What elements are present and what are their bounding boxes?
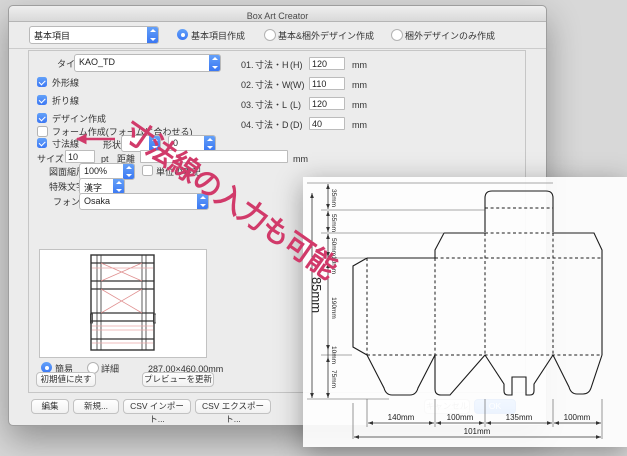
dim-label-overall-width: 101mm [464, 427, 491, 436]
dim-row-no: 01. [241, 60, 254, 70]
dim-label-segment: 35mm [330, 189, 337, 207]
dim-label-segment: 100mm [447, 413, 474, 422]
dim-row-no: 02. [241, 80, 254, 90]
radio-basic-items-label: 基本項目作成 [191, 31, 245, 41]
checkbox-outline-label: 外形線 [52, 78, 79, 88]
category-select-value: 基本項目 [30, 27, 147, 43]
dim-row-code: (D) [290, 120, 303, 130]
dim-row-code: (L) [290, 100, 301, 110]
stepper-icon [113, 179, 124, 194]
preview-thumbnail [90, 254, 156, 352]
edit-button[interactable]: 編集 [31, 399, 69, 414]
size-label: サイズ [37, 154, 64, 164]
window-title: Box Art Creator [247, 11, 309, 21]
dim-row-name: 寸法・L [255, 100, 287, 110]
dim-label-segment: 135mm [506, 413, 533, 422]
dieline-drawing: 85mm 35mm 55mm 50mm 10mm 190mm 10mm 75mm… [303, 177, 627, 447]
special-chars-select-value: 漢字 [80, 179, 113, 194]
radio-outer-only[interactable] [391, 29, 403, 41]
stepper-icon [147, 27, 158, 43]
dim-w-input[interactable] [309, 77, 345, 90]
type-select[interactable]: KAO_TD [74, 54, 221, 72]
dim-row-name: 寸法・D [255, 120, 289, 130]
checkbox-fold-line-label: 折り線 [52, 96, 79, 106]
screen: Box Art Creator 基本項目 基本項目作成 基本&梱外デザイン作成 … [0, 0, 627, 456]
stepper-icon [209, 55, 220, 71]
checkbox-design-label: デザイン作成 [52, 114, 106, 124]
dim-row-unit: mm [352, 80, 367, 90]
checkbox-design[interactable] [37, 113, 47, 123]
dim-row-name: 寸法・H [255, 60, 289, 70]
title-bar: Box Art Creator [9, 6, 546, 22]
stepper-icon [204, 136, 215, 151]
dim-label-segment: 190mm [330, 297, 337, 319]
dim-row-no: 04. [241, 120, 254, 130]
type-select-value: KAO_TD [75, 55, 209, 71]
stepper-icon [123, 164, 134, 179]
checkbox-fold-line[interactable] [37, 95, 47, 105]
dim-row-unit: mm [352, 120, 367, 130]
csv-export-button[interactable]: CSV エクスポート... [195, 399, 271, 414]
font-select[interactable]: Osaka [79, 193, 209, 210]
dim-h-input[interactable] [309, 57, 345, 70]
dim-row-no: 03. [241, 100, 254, 110]
dim-label-segment: 140mm [388, 413, 415, 422]
new-button[interactable]: 新規... [73, 399, 119, 414]
font-select-value: Osaka [80, 194, 197, 209]
radio-outer-only-label: 梱外デザインのみ作成 [405, 31, 495, 41]
dim-row-unit: mm [352, 100, 367, 110]
dim-label-segment: 55mm [330, 214, 337, 232]
dieline-panel: 85mm 35mm 55mm 50mm 10mm 190mm 10mm 75mm… [303, 177, 627, 447]
distance-unit-label: mm [293, 154, 308, 164]
dim-label-segment: 10mm [330, 346, 337, 364]
dim-l-input[interactable] [309, 97, 345, 110]
scale-select-value: 100% [80, 164, 123, 179]
dim-label-segment: 75mm [330, 370, 337, 388]
dim-d-input[interactable] [309, 117, 345, 130]
update-preview-button[interactable]: プレビューを更新 [142, 372, 214, 387]
dim-row-name: 寸法・W [255, 80, 291, 90]
size-input[interactable] [65, 150, 95, 163]
checkbox-form[interactable] [37, 126, 48, 137]
reset-defaults-button[interactable]: 初期値に戻す [36, 372, 96, 387]
toolbar-divider [9, 48, 546, 49]
category-select[interactable]: 基本項目 [29, 26, 159, 44]
annotation-arrow-icon [70, 131, 118, 147]
dim-row-code: (W) [290, 80, 305, 90]
radio-detail-label: 詳細 [101, 364, 119, 374]
preview-box [39, 249, 207, 358]
radio-basic-and-outer-label: 基本&梱外デザイン作成 [278, 31, 374, 41]
dim-row-unit: mm [352, 60, 367, 70]
dim-label-segment: 100mm [564, 413, 591, 422]
checkbox-dimension-line[interactable] [37, 138, 47, 148]
csv-import-button[interactable]: CSV インポート... [123, 399, 191, 414]
radio-basic-and-outer[interactable] [264, 29, 276, 41]
checkbox-outline[interactable] [37, 77, 47, 87]
radio-basic-items[interactable] [177, 29, 188, 40]
dim-row-code: (H) [290, 60, 303, 70]
